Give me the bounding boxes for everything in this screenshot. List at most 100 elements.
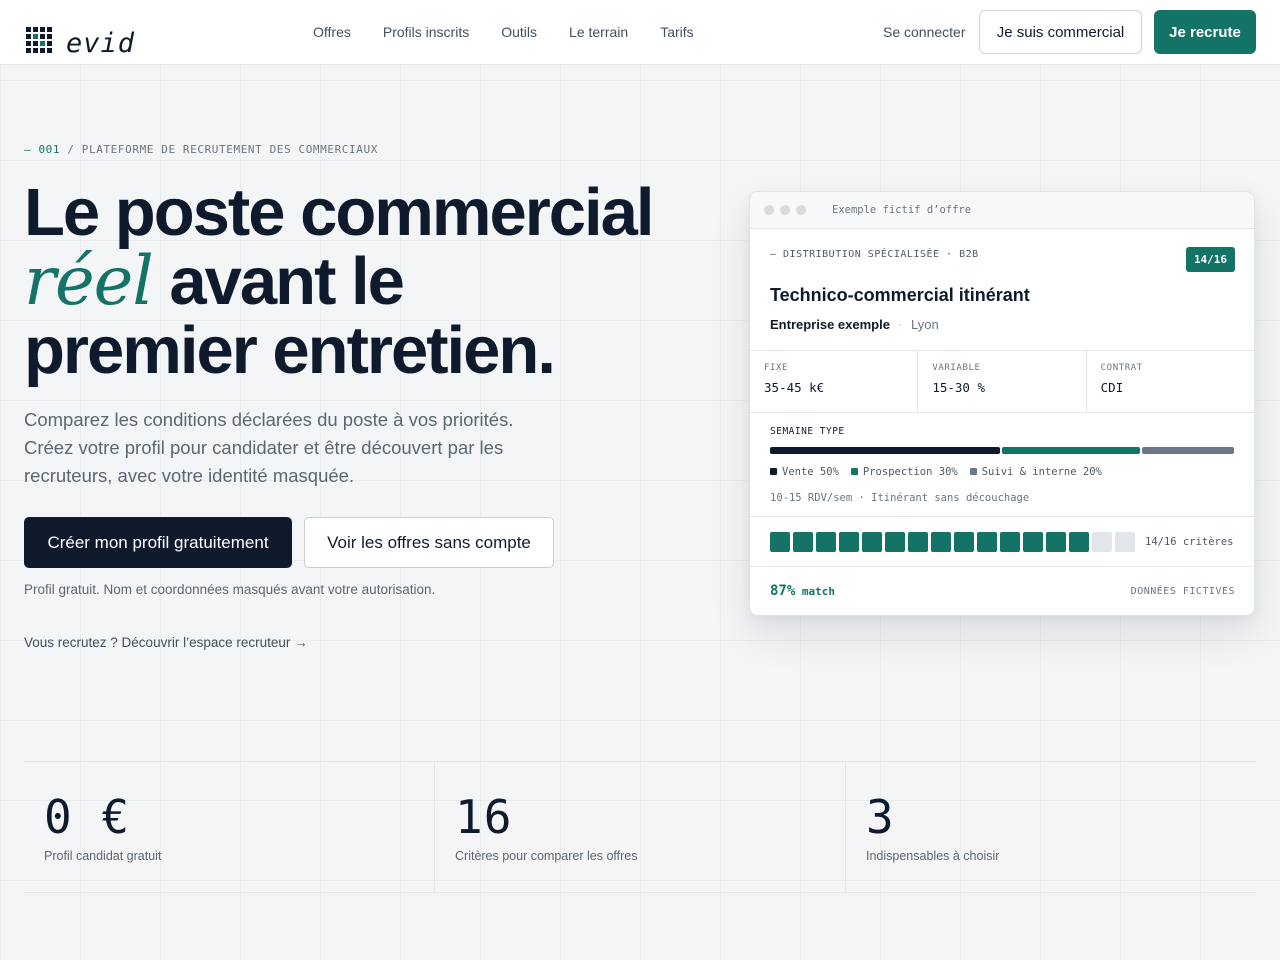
- fact-value: 35-45 k€: [764, 380, 825, 395]
- stat-label: Indispensables à choisir: [866, 849, 1000, 863]
- fact-label: CONTRAT: [1100, 363, 1143, 373]
- typical-week-footer: 10-15 RDV/sem · Itinérant sans découchag…: [770, 492, 1030, 504]
- create-profile-button[interactable]: Créer mon profil gratuitement: [24, 517, 292, 568]
- criteria-cell-met: [862, 531, 882, 552]
- hero-title: Le poste commercial réel avant le premie…: [24, 178, 724, 385]
- main-menu: Offres Profils inscrits Outils Le terrai…: [313, 24, 694, 40]
- hero-title-line1: Le poste commercial: [24, 175, 655, 250]
- match-value: 87%: [770, 583, 796, 599]
- hero-title-line3: premier entretien.: [24, 313, 556, 388]
- stat-value: 16: [455, 790, 513, 844]
- menu-le-terrain[interactable]: Le terrain: [569, 24, 628, 40]
- hero-subtitle: Comparez les conditions déclarées du pos…: [24, 409, 514, 486]
- view-offers-button[interactable]: Voir les offres sans compte: [304, 517, 554, 568]
- fact-label: VARIABLE: [932, 363, 981, 373]
- hero-title-line2: avant le: [152, 244, 405, 319]
- stat-value: 0 €: [44, 790, 131, 844]
- typical-week: SEMAINE TYPE Vente 50% Prospection 30% Sui…: [750, 413, 1254, 517]
- criteria-cell-met: [1000, 531, 1020, 552]
- fictive-data-label: DONNÉES FICTIVES: [1130, 586, 1235, 597]
- menu-tarifs[interactable]: Tarifs: [660, 24, 693, 40]
- stat-free-profile: 0 € Profil candidat gratuit: [24, 762, 435, 892]
- typical-week-label: SEMAINE TYPE: [770, 426, 845, 437]
- criteria-cell-met: [885, 531, 905, 552]
- criteria-label: 14/16 critères: [1145, 535, 1234, 548]
- hero-title-accent: réel: [24, 242, 154, 320]
- hero-eyebrow: — 001 / PLATEFORME DE RECRUTEMENT DES CO…: [24, 143, 378, 156]
- week-segment-0: [770, 447, 1000, 454]
- criteria-cell-met: [839, 531, 859, 552]
- fact-label: FIXE: [764, 363, 789, 373]
- commercial-button[interactable]: Je suis commercial: [979, 10, 1142, 54]
- window-dot-icon: [796, 205, 806, 215]
- window-dot-icon: [764, 205, 774, 215]
- card-window-label: Exemple fictif d’offre: [832, 204, 972, 216]
- week-legend-item: Suivi & interne 20%: [969, 466, 1102, 478]
- week-legend-item: Vente 50%: [770, 466, 839, 478]
- logo-grid-icon: [26, 27, 53, 54]
- match-row: 87% match DONNÉES FICTIVES: [750, 567, 1254, 615]
- fact-value: CDI: [1100, 380, 1124, 395]
- offer-city: Lyon: [911, 317, 939, 332]
- week-segment-1: [1002, 447, 1140, 454]
- menu-offres[interactable]: Offres: [313, 24, 351, 40]
- legend-label: Prospection 30%: [862, 466, 958, 478]
- criteria-cell-met: [977, 531, 997, 552]
- criteria-cells: [770, 531, 1135, 552]
- criteria-cell-met: [931, 531, 951, 552]
- week-legend-item: Prospection 30%: [850, 466, 958, 478]
- stats-strip: 0 € Profil candidat gratuit 16 Critères …: [24, 761, 1256, 893]
- criteria-cell-unmet: [1092, 531, 1112, 552]
- criteria-cell-met: [793, 531, 813, 552]
- brand-logo[interactable]: evid: [26, 22, 135, 59]
- card-window-bar: Exemple fictif d’offre: [750, 192, 1254, 229]
- typical-week-legend: Vente 50% Prospection 30% Suivi & interne …: [770, 466, 1234, 478]
- criteria-cell-met: [770, 531, 790, 552]
- menu-profils-inscrits[interactable]: Profils inscrits: [383, 24, 469, 40]
- typical-week-bar: [770, 447, 1234, 454]
- criteria-cell-unmet: [1115, 531, 1135, 552]
- fact-fixe: FIXE 35-45 k€: [750, 351, 919, 412]
- legend-label: Vente 50%: [782, 466, 839, 478]
- criteria-cell-met: [816, 531, 836, 552]
- menu-outils[interactable]: Outils: [501, 24, 537, 40]
- fact-contrat: CONTRAT CDI: [1087, 351, 1254, 412]
- card-header: — DISTRIBUTION SPÉCIALISÉE · B2B 14/16 T…: [750, 229, 1254, 351]
- week-segment-2: [1142, 447, 1234, 454]
- match-score: 87% match: [770, 583, 835, 599]
- criteria-cell-met: [954, 531, 974, 552]
- criteria-cell-met: [1069, 531, 1089, 552]
- login-link[interactable]: Se connecter: [883, 24, 966, 40]
- criteria-cell-met: [908, 531, 928, 552]
- fact-variable: VARIABLE 15-30 %: [918, 351, 1087, 412]
- brand-name: evid: [66, 28, 136, 59]
- recruiter-space-link[interactable]: Vous recrutez ? Découvrir l’espace recru…: [24, 635, 308, 650]
- legend-swatch-icon: [969, 468, 977, 475]
- eyebrow-text: / PLATEFORME DE RECRUTEMENT DES COMMERCI…: [60, 143, 378, 156]
- offer-preview-card: Exemple fictif d’offre — DISTRIBUTION SP…: [749, 191, 1255, 616]
- legend-label: Suivi & interne 20%: [981, 466, 1102, 478]
- top-nav: evid Offres Profils inscrits Outils Le t…: [0, 0, 1280, 65]
- stat-criteria: 16 Critères pour comparer les offres: [435, 762, 846, 892]
- offer-company: Entreprise exemple: [770, 317, 890, 332]
- fact-value: 15-30 %: [932, 380, 986, 395]
- criteria-badge: 14/16: [1186, 247, 1235, 272]
- legend-swatch-icon: [850, 468, 858, 475]
- criteria-cell-met: [1046, 531, 1066, 552]
- criteria-cell-met: [1023, 531, 1043, 552]
- offer-facts: FIXE 35-45 k€ VARIABLE 15-30 % CONTRAT C…: [750, 351, 1254, 413]
- eyebrow-number: — 001: [24, 143, 61, 156]
- privacy-note: Profil gratuit. Nom et coordonnées masqu…: [24, 582, 436, 597]
- recruiter-button[interactable]: Je recrute: [1154, 10, 1256, 54]
- stat-musts: 3 Indispensables à choisir: [846, 762, 1256, 892]
- match-word: match: [795, 585, 836, 598]
- criteria-row: 14/16 critères: [750, 517, 1254, 567]
- offer-title: Technico-commercial itinérant: [770, 285, 1030, 305]
- offer-sector: — DISTRIBUTION SPÉCIALISÉE · B2B: [770, 249, 979, 260]
- company-separator: ·: [898, 317, 902, 331]
- legend-swatch-icon: [770, 468, 777, 475]
- stat-label: Critères pour comparer les offres: [455, 849, 638, 863]
- stat-label: Profil candidat gratuit: [44, 849, 162, 863]
- window-dot-icon: [780, 205, 790, 215]
- stat-value: 3: [866, 790, 895, 844]
